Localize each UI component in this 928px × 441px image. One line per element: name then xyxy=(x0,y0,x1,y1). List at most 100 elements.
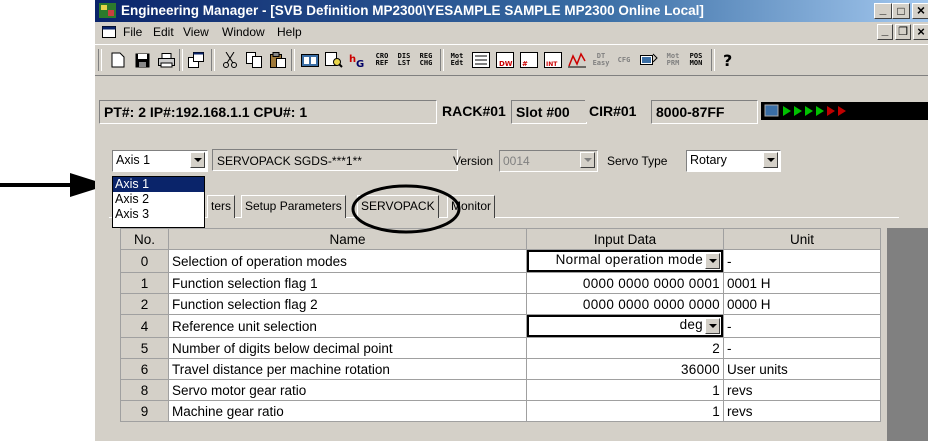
slot-number: Slot #00 xyxy=(511,100,587,124)
menu-help[interactable]: Help xyxy=(277,25,302,39)
function-icon: # xyxy=(520,52,538,68)
parameter-name: Selection of operation modes xyxy=(168,249,527,273)
function-button[interactable]: # xyxy=(518,50,540,70)
table-row[interactable]: 8 Servo motor gear ratio 1 revs xyxy=(120,379,881,401)
chg-label: CHG xyxy=(419,59,433,67)
annotation-circle xyxy=(351,184,461,234)
chevron-down-icon xyxy=(708,259,717,263)
menu-edit[interactable]: Edit xyxy=(153,25,174,39)
table-row[interactable]: 4 Reference unit selection deg - xyxy=(120,314,881,338)
unit-value: - xyxy=(723,314,881,338)
version-select: 0014 xyxy=(499,150,598,172)
trace-icon xyxy=(568,52,586,68)
register-change-button[interactable]: REG CHG xyxy=(415,50,437,70)
motion-prm-button[interactable]: Mot PRM xyxy=(662,50,684,70)
input-data-cell[interactable]: 36000 xyxy=(526,358,724,380)
tab-setup-parameters[interactable]: Setup Parameters xyxy=(241,195,346,218)
operation-mode-dropdown-button[interactable] xyxy=(705,253,720,269)
row-number: 0 xyxy=(120,249,169,273)
svg-text:#: # xyxy=(522,60,528,68)
reference-unit-dropdown-button[interactable] xyxy=(705,318,720,334)
table-row[interactable]: 0 Selection of operation modes Normal op… xyxy=(120,249,881,273)
unit-value: 0001 H xyxy=(723,272,881,294)
row-number: 6 xyxy=(120,358,169,380)
unit-value: User units xyxy=(723,358,881,380)
table-row[interactable]: 2 Function selection flag 2 0000 0000 00… xyxy=(120,293,881,315)
rack-number: RACK#01 xyxy=(438,100,513,122)
close-button[interactable]: × xyxy=(912,3,928,19)
unit-value: - xyxy=(723,337,881,359)
column-header-name: Name xyxy=(168,228,527,250)
dt-easy-button[interactable]: DT Easy xyxy=(590,50,612,70)
interrupt-button[interactable]: INT xyxy=(542,50,564,70)
row-number: 4 xyxy=(120,314,169,338)
tag-button[interactable]: hG xyxy=(347,50,369,70)
input-data-cell[interactable]: 1 xyxy=(526,379,724,401)
cross-reference-button[interactable]: CRO REF xyxy=(371,50,393,70)
circuit-number: CIR#01 xyxy=(585,100,653,122)
column-header-unit: Unit xyxy=(723,228,881,250)
mdi-close-button[interactable]: × xyxy=(913,24,928,40)
properties-button[interactable] xyxy=(185,50,207,70)
row-number: 2 xyxy=(120,293,169,315)
cut-button[interactable] xyxy=(219,50,241,70)
input-data-cell[interactable]: 0000 0000 0000 0001 xyxy=(526,272,724,294)
minimize-button[interactable]: _ xyxy=(874,3,892,19)
search-button[interactable] xyxy=(323,50,345,70)
address-range: 8000-87FF xyxy=(651,100,758,124)
maximize-button[interactable]: □ xyxy=(892,3,910,19)
transfer-button[interactable] xyxy=(638,50,660,70)
input-data-cell[interactable]: Normal operation mode xyxy=(526,249,724,273)
chevron-down-icon xyxy=(583,158,592,162)
column-header-no: No. xyxy=(120,228,169,250)
cfg-button[interactable]: CFG xyxy=(613,50,635,70)
svg-text:?: ? xyxy=(723,51,732,69)
table-row[interactable]: 9 Machine gear ratio 1 revs xyxy=(120,400,881,422)
input-data-cell[interactable]: 2 xyxy=(526,337,724,359)
column-header-input-data: Input Data xyxy=(526,228,724,250)
input-data-cell[interactable]: 0000 0000 0000 0000 xyxy=(526,293,724,315)
help-button[interactable]: ? xyxy=(717,50,739,70)
menu-window[interactable]: Window xyxy=(222,25,265,39)
motion-edit-button[interactable]: Mot Edt xyxy=(446,50,468,70)
position-monitor-button[interactable]: POS MON xyxy=(685,50,707,70)
input-data-cell[interactable]: 1 xyxy=(526,400,724,422)
parameter-name: Servo motor gear ratio xyxy=(168,379,527,401)
mon-label: MON xyxy=(689,59,703,67)
title-bar[interactable]: Engineering Manager - [SVB Definition MP… xyxy=(95,0,928,22)
table-row[interactable]: 1 Function selection flag 1 0000 0000 00… xyxy=(120,272,881,294)
list-display-button[interactable]: DIS LST xyxy=(393,50,415,70)
axis-option-3[interactable]: Axis 3 xyxy=(113,207,204,222)
svg-text:G: G xyxy=(356,59,364,68)
parameter-name: Travel distance per machine rotation xyxy=(168,358,527,380)
unit-value: 0000 H xyxy=(723,293,881,315)
table-row[interactable]: 6 Travel distance per machine rotation 3… xyxy=(120,358,881,380)
tab-parameters[interactable]: ters xyxy=(207,195,236,218)
menu-file[interactable]: File xyxy=(123,25,142,39)
row-number: 5 xyxy=(120,337,169,359)
input-data-cell[interactable]: deg xyxy=(526,314,724,338)
save-button[interactable] xyxy=(131,50,153,70)
new-file-button[interactable] xyxy=(107,50,129,70)
module-config-button[interactable] xyxy=(299,50,321,70)
servo-type-dropdown-button[interactable] xyxy=(763,152,778,168)
easy-label: Easy xyxy=(592,59,610,67)
axis-option-2[interactable]: Axis 2 xyxy=(113,192,204,207)
menu-view[interactable]: View xyxy=(183,25,209,39)
axis-option-1[interactable]: Axis 1 xyxy=(113,177,204,192)
connection-info: PT#: 2 IP#:192.168.1.1 CPU#: 1 xyxy=(99,100,437,124)
mdi-minimize-button[interactable]: _ xyxy=(877,24,893,40)
servo-type-select[interactable]: Rotary xyxy=(686,150,781,172)
axis-dropdown-button[interactable] xyxy=(190,152,205,168)
ladder-button[interactable] xyxy=(470,50,492,70)
window-properties-icon xyxy=(188,52,204,68)
axis-select[interactable]: Axis 1 xyxy=(112,150,208,172)
table-row[interactable]: 5 Number of digits below decimal point 2… xyxy=(120,337,881,359)
drawing-dwg-button[interactable]: DW xyxy=(494,50,516,70)
save-icon xyxy=(135,53,149,67)
mdi-restore-button[interactable]: ❐ xyxy=(895,24,911,40)
copy-button[interactable] xyxy=(243,50,265,70)
trace-button[interactable] xyxy=(566,50,588,70)
print-button[interactable] xyxy=(155,50,177,70)
paste-button[interactable] xyxy=(267,50,289,70)
